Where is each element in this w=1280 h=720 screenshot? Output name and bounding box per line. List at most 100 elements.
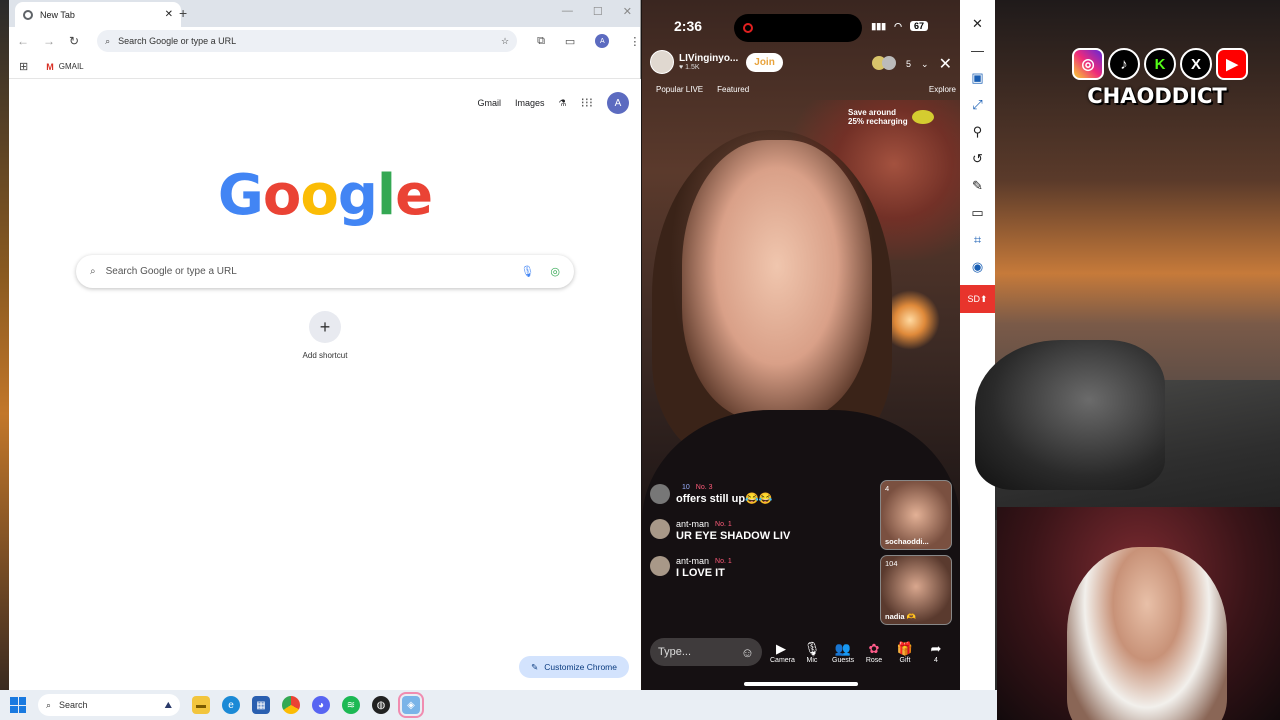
recharge-line-2: 25% recharging [848,117,908,126]
mirroring-app-icon[interactable]: ◈ [398,692,424,718]
chip-popular-live[interactable]: Popular LIVE [656,85,703,94]
rank-badge: No. 1 [715,520,732,528]
pin-icon[interactable]: ⚲ [973,124,983,139]
chat-avatar[interactable] [650,484,670,504]
emoji-icon[interactable]: ☺ [741,645,754,660]
chat-user[interactable]: ant-man [676,519,709,529]
home-indicator[interactable] [744,682,858,686]
close-window-button[interactable]: ✕ [623,5,632,18]
chat-avatar[interactable] [650,556,670,576]
close-icon[interactable]: ✕ [972,16,983,31]
profile-avatar[interactable]: A [595,34,610,48]
ntp-top-links: Gmail Images ⚗ ⁝⁝⁝ A [477,92,629,114]
labs-flask-icon[interactable]: ⚗ [559,98,567,109]
chip-explore[interactable]: Explore [929,85,956,94]
voice-search-icon[interactable]: 🎙 [520,265,534,278]
menu-icon[interactable]: ⋮ [629,35,640,48]
ntp-search-placeholder: Search Google or type a URL [105,266,237,277]
mic-button[interactable]: 🎙 Mic [801,641,823,664]
share-button[interactable]: ➦ 4 [925,641,947,664]
chat-user[interactable]: ant-man [676,556,709,566]
chat-message: 10 No. 3 offers still up😂😂 [650,484,870,505]
images-link[interactable]: Images [515,98,545,108]
pen-icon[interactable]: ✎ [972,178,983,193]
mirror-side-toolbar: ✕ — ▣ ⤢ ⚲ ↺ ✎ ▭ ⌗ ◉ SD ⬆ [960,0,995,690]
gmail-link[interactable]: Gmail [477,98,501,108]
search-icon: ⌕ [105,35,111,46]
minimize-button[interactable]: — [562,5,573,18]
file-explorer-icon[interactable]: ▬ [192,696,210,714]
rose-button[interactable]: ✿ Rose [863,641,885,664]
host-bar-right: 5 ⌄ ✕ [872,54,952,74]
screen-icon[interactable]: ▣ [971,70,983,85]
customize-chrome-button[interactable]: ✎ Customize Chrome [519,656,629,678]
store-icon[interactable]: ▦ [252,696,270,714]
address-bar[interactable]: ⌕ Search Google or type a URL ☆ [97,30,518,52]
guest-tile[interactable]: 4 sochaoddi... [880,480,952,550]
chat-text: I LOVE IT [676,567,725,579]
side-panel-icon[interactable]: ▭ [565,35,575,48]
tab-new-tab[interactable]: New Tab ✕ [15,2,181,27]
account-avatar[interactable]: A [607,92,629,114]
crop-icon[interactable]: ⌗ [974,232,981,247]
lens-icon[interactable]: ◎ [550,265,560,278]
search-icon: ⌕ [46,699,52,710]
desktop: New Tab ✕ + — ☐ ✕ ← → ↻ ⌕ Search Google … [0,0,1280,720]
host-name[interactable]: LIVinginyo... [679,53,738,64]
ntp-search-box[interactable]: ⌕ Search Google or type a URL 🎙 ◎ [76,255,574,288]
apps-grid-icon[interactable]: ⊞ [19,60,28,73]
fullscreen-icon[interactable]: ⤢ [972,97,982,112]
sd-quality-button[interactable]: SD ⬆ [960,285,995,313]
extensions-icon[interactable]: ⧉ [537,35,545,48]
minimize-icon[interactable]: ⌄ [921,59,929,70]
window-icon[interactable]: ▭ [971,205,983,220]
recharge-promo[interactable]: Save around 25% recharging [848,108,934,126]
back-icon[interactable]: ← [17,34,29,48]
tab-strip: New Tab ✕ + — ☐ ✕ [9,0,640,27]
taskbar-search[interactable]: ⌕ Search ⛰ [38,694,180,716]
edge-icon[interactable]: e [222,696,240,714]
reload-icon[interactable]: ↻ [69,34,79,48]
chip-featured[interactable]: Featured [717,85,749,94]
viewer-avatars[interactable] [872,56,897,72]
join-button[interactable]: Join [746,52,783,72]
tab-close-icon[interactable]: ✕ [165,9,173,20]
camera-label: Camera [770,656,795,664]
windows-taskbar: ⌕ Search ⛰ ▬ e ▦ ◕ ≋ ◍ ◈ [0,690,997,720]
pencil-icon: ✎ [531,661,539,672]
obs-icon[interactable]: ◍ [372,696,390,714]
add-shortcut[interactable]: + Add shortcut [300,311,350,360]
google-apps-icon[interactable]: ⁝⁝⁝ [581,95,593,111]
rank-badge: No. 1 [715,557,732,565]
discord-icon[interactable]: ◕ [312,696,330,714]
mic-icon: 🎙 [803,640,821,656]
guests-button[interactable]: 👥 Guests [832,641,854,664]
comment-input[interactable]: Type... ☺ [650,638,762,666]
mic-label: Mic [806,656,818,664]
new-tab-button[interactable]: + [179,5,187,21]
camera-button[interactable]: ▶ Camera [770,641,795,664]
signal-icon: ▮▮▮ [871,20,887,31]
youtube-icon: ▶ [1216,48,1248,80]
guest-tile[interactable]: 104 nadia 🫶 [880,555,952,625]
battery-indicator: 67 [909,21,928,31]
forward-icon[interactable]: → [43,34,55,48]
add-icon: + [309,311,341,343]
rotate-icon[interactable]: ↺ [972,151,983,166]
gift-button[interactable]: 🎁 Gift [894,641,916,664]
windows-start-icon[interactable] [10,697,26,713]
webcam-feed [997,507,1280,720]
record-icon[interactable]: ◉ [972,259,983,274]
close-icon[interactable]: ✕ [939,54,952,74]
bookmark-star-icon[interactable]: ☆ [501,36,509,47]
status-bar: 2:36 ▮▮▮ ◠ 67 [642,18,960,34]
chrome-taskbar-icon[interactable] [282,696,300,714]
viewer-count[interactable]: 5 [906,59,911,69]
maximize-button[interactable]: ☐ [593,5,603,18]
chat-avatar[interactable] [650,519,670,539]
bookmark-gmail[interactable]: GMAIL [59,62,84,71]
spotify-icon[interactable]: ≋ [342,696,360,714]
rank-badge: No. 3 [695,484,713,491]
host-avatar[interactable] [650,50,674,74]
minimize-icon[interactable]: — [971,43,984,58]
